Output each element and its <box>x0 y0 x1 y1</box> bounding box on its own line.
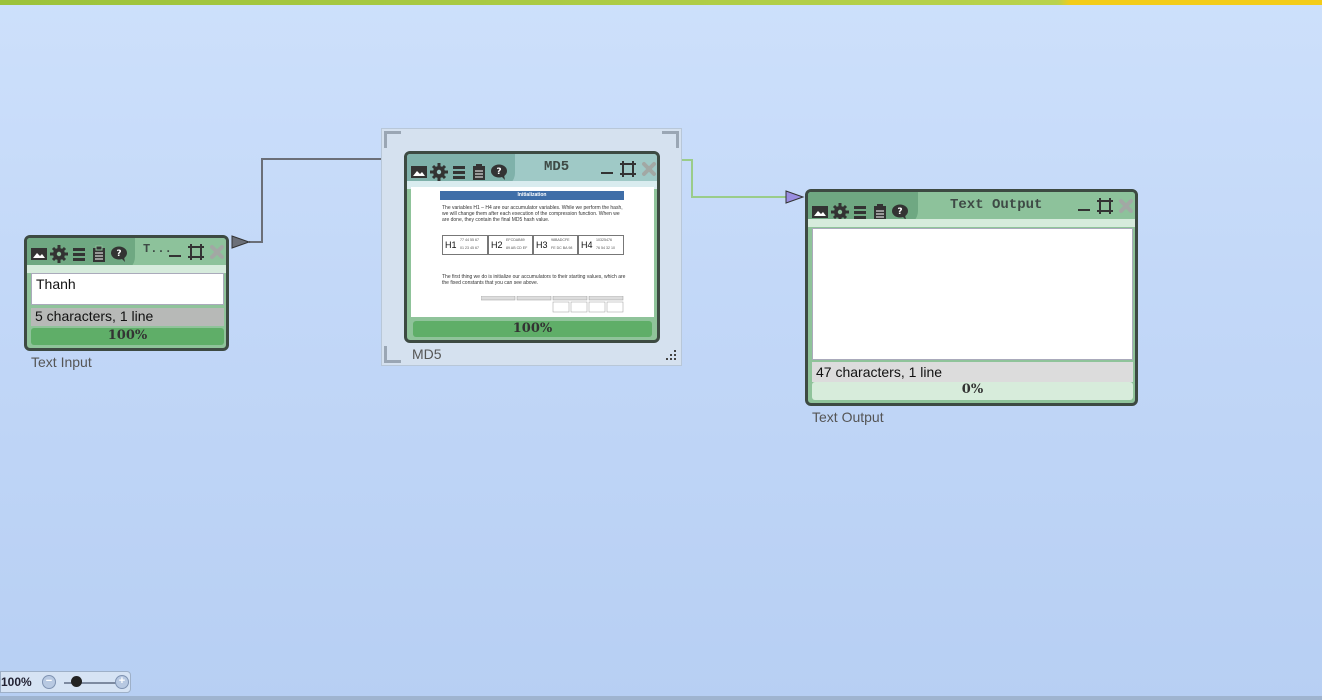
maximize-icon[interactable] <box>618 159 637 178</box>
header-strip <box>808 219 1135 227</box>
help-bubble-icon[interactable]: ? <box>109 244 128 263</box>
text-output-progress: 0% <box>812 382 1133 400</box>
md5-caption: MD5 <box>412 346 442 362</box>
preview-paragraph-1: The variables H1 – H4 are our accumulato… <box>442 205 623 223</box>
zoom-in-button[interactable]: + <box>115 675 129 689</box>
wire-input-to-md5 <box>249 158 387 243</box>
text-input-output-connector <box>231 235 251 249</box>
text-input-field[interactable]: Thanh <box>31 273 224 305</box>
corner-bottom-left <box>384 346 401 363</box>
minimize-icon[interactable] <box>165 242 184 261</box>
text-output-component[interactable]: ? Text Output 47 characters, 1 line 0% <box>805 189 1138 406</box>
minimize-icon[interactable] <box>597 159 616 178</box>
maximize-icon[interactable] <box>1095 196 1114 215</box>
svg-text:?: ? <box>897 207 902 217</box>
register-h4: H4 10325476 76 54 32 10 <box>578 235 624 255</box>
minimize-icon[interactable] <box>1074 196 1093 215</box>
text-output-caption: Text Output <box>812 409 884 425</box>
maximize-icon[interactable] <box>186 242 205 261</box>
close-icon[interactable] <box>639 159 657 178</box>
register-h1: H1 77 44 55 67 01 23 45 67 <box>442 235 488 255</box>
corner-top-left <box>384 131 401 148</box>
component-title: MD5 <box>544 159 570 175</box>
window-controls <box>1074 196 1135 215</box>
help-bubble-icon[interactable]: ? <box>489 162 508 181</box>
svg-text:?: ? <box>116 249 121 259</box>
preview-diagram <box>481 296 624 313</box>
wire-md5-to-output <box>680 159 786 198</box>
zoom-control: 100% − + <box>0 671 131 693</box>
close-icon[interactable] <box>207 242 226 261</box>
preview-heading: Initialization <box>440 191 624 200</box>
component-toolbar: ? <box>29 244 128 263</box>
header-strip <box>27 265 226 273</box>
zoom-slider-thumb[interactable] <box>71 676 82 687</box>
menu-icon[interactable] <box>69 244 88 263</box>
bottom-border <box>0 696 1322 700</box>
text-input-progress: 100% <box>31 328 224 345</box>
resize-grip-icon[interactable] <box>664 348 678 362</box>
register-h2: H2 EFCDAB89 89 AB CD EF <box>488 235 533 255</box>
gear-icon[interactable] <box>429 162 448 181</box>
text-output-field[interactable] <box>812 228 1133 360</box>
preview-paragraph-2: The first thing we do is initialize our … <box>442 274 626 286</box>
gear-icon[interactable] <box>49 244 68 263</box>
component-title: Text Output <box>950 197 1043 213</box>
md5-progress: 100% <box>413 321 652 337</box>
image-icon[interactable] <box>29 244 48 263</box>
window-controls <box>597 159 657 178</box>
image-icon[interactable] <box>409 162 428 181</box>
text-output-status: 47 characters, 1 line <box>812 362 1133 382</box>
md5-preview-document: Initialization The variables H1 – H4 are… <box>411 187 654 317</box>
text-input-caption: Text Input <box>31 354 92 370</box>
component-toolbar: ? <box>409 162 508 181</box>
close-icon[interactable] <box>1116 196 1135 215</box>
text-input-status: 5 characters, 1 line <box>31 308 224 326</box>
text-input-component[interactable]: ? T... Thanh 5 characters, 1 line 100% <box>24 235 229 351</box>
clipboard-icon[interactable] <box>469 162 488 181</box>
register-h3: H3 98BADCFE FE DC BA 98 <box>533 235 578 255</box>
window-controls <box>165 242 226 261</box>
zoom-out-button[interactable]: − <box>42 675 56 689</box>
menu-icon[interactable] <box>449 162 468 181</box>
svg-text:?: ? <box>496 167 501 177</box>
clipboard-icon[interactable] <box>89 244 108 263</box>
text-output-input-connector <box>785 190 805 204</box>
corner-top-right <box>662 131 679 148</box>
zoom-level: 100% <box>1 675 32 689</box>
